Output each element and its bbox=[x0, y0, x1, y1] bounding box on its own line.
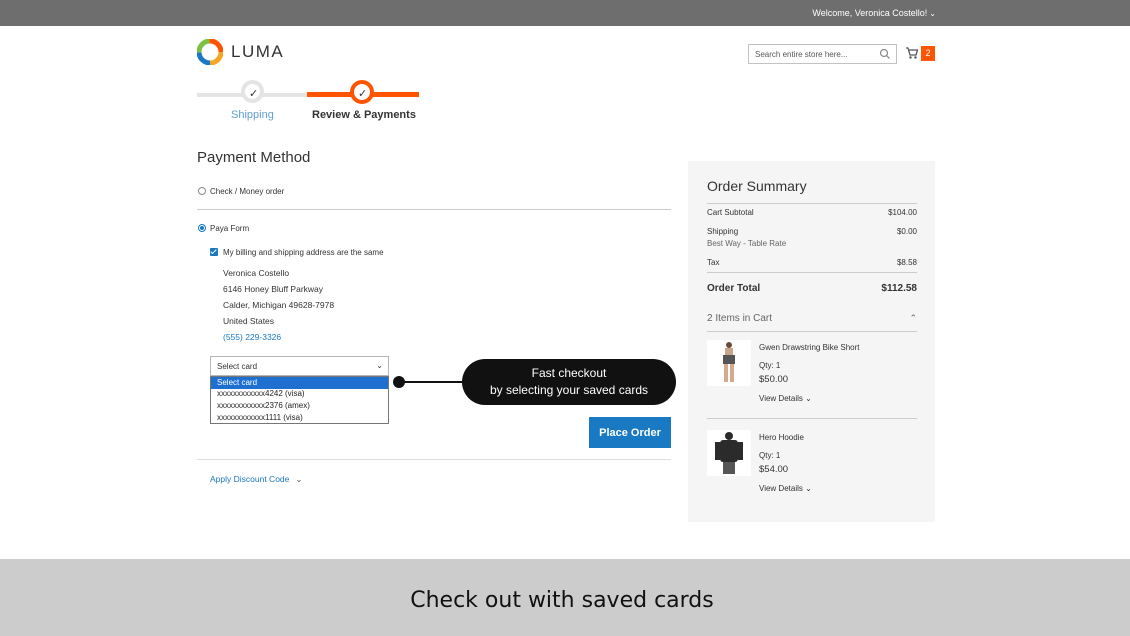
welcome-text: Welcome, Veronica Costello! bbox=[812, 8, 928, 18]
chevron-down-icon: ⌄ bbox=[376, 361, 383, 370]
chevron-down-icon: ⌄ bbox=[805, 484, 812, 493]
cart-subtotal-label: Cart Subtotal bbox=[707, 208, 754, 217]
view-details-label: View Details bbox=[759, 394, 803, 403]
item-price: $50.00 bbox=[759, 374, 789, 385]
search-placeholder: Search entire store here... bbox=[755, 50, 848, 59]
tax-label: Tax bbox=[707, 258, 720, 267]
item-qty: Qty: 1 bbox=[759, 451, 781, 460]
payment-method-title: Payment Method bbox=[197, 149, 311, 166]
chevron-down-icon: ⌄ bbox=[929, 9, 936, 18]
item-price: $54.00 bbox=[759, 464, 789, 475]
place-order-button[interactable]: Place Order bbox=[589, 417, 671, 448]
chevron-down-icon: ⌄ bbox=[805, 394, 812, 403]
step-shipping-link[interactable]: Shipping bbox=[231, 109, 274, 121]
check-icon: ✓ bbox=[358, 88, 368, 100]
apply-discount-toggle[interactable]: Apply Discount Code ⌄ bbox=[210, 474, 303, 485]
shipping-row: Shipping $0.00 bbox=[707, 227, 917, 236]
divider bbox=[197, 459, 671, 460]
order-total-value: $112.58 bbox=[881, 283, 917, 294]
check-icon: ✓ bbox=[249, 88, 259, 100]
billing-city: Calder, Michigan 49628-7978 bbox=[223, 300, 335, 310]
card-option-2376[interactable]: xxxxxxxxxxxx2376 (amex) bbox=[211, 400, 388, 412]
billing-country: United States bbox=[223, 316, 275, 326]
callout-pointer-line bbox=[404, 381, 464, 383]
order-total-row: Order Total $112.58 bbox=[707, 283, 917, 294]
radio-paya-form[interactable] bbox=[198, 224, 206, 232]
divider bbox=[707, 418, 917, 419]
radio-check-money-order[interactable] bbox=[198, 187, 206, 195]
tax-row: Tax $8.58 bbox=[707, 258, 917, 267]
billing-name: Veronica Costello bbox=[223, 268, 290, 278]
step-payments-marker: ✓ bbox=[350, 80, 374, 104]
saved-card-select[interactable]: Select card ⌄ bbox=[210, 356, 389, 376]
top-bar: Welcome, Veronica Costello! ⌄ bbox=[0, 0, 1130, 26]
divider bbox=[197, 209, 671, 210]
item-name: Hero Hoodie bbox=[759, 433, 804, 442]
view-details-toggle[interactable]: View Details ⌄ bbox=[759, 394, 812, 403]
product-image-hoodie[interactable] bbox=[707, 430, 751, 476]
same-address-checkbox[interactable] bbox=[210, 248, 218, 256]
view-details-label: View Details bbox=[759, 484, 803, 493]
chevron-down-icon: ⌄ bbox=[295, 474, 303, 484]
luma-logo-icon[interactable] bbox=[197, 39, 223, 65]
callout-bubble: Fast checkout by selecting your saved ca… bbox=[462, 359, 676, 405]
item-name: Gwen Drawstring Bike Short bbox=[759, 343, 860, 352]
shipping-method: Best Way - Table Rate bbox=[707, 239, 787, 248]
order-summary-panel: Order Summary Cart Subtotal $104.00 Ship… bbox=[688, 161, 935, 522]
search-input[interactable]: Search entire store here... bbox=[748, 44, 897, 64]
callout-line1: Fast checkout bbox=[531, 366, 607, 380]
callout-line2: by selecting your saved cards bbox=[489, 383, 649, 397]
step-payments-label: Review & Payments bbox=[312, 109, 416, 121]
same-address-label[interactable]: My billing and shipping address are the … bbox=[223, 248, 384, 257]
cart-icon[interactable] bbox=[905, 46, 919, 60]
shipping-value: $0.00 bbox=[896, 227, 917, 236]
tax-value: $8.58 bbox=[896, 258, 917, 267]
order-summary-title: Order Summary bbox=[707, 178, 807, 194]
caption-text: Check out with saved cards bbox=[410, 588, 714, 613]
card-option-4242[interactable]: xxxxxxxxxxxx4242 (visa) bbox=[211, 388, 388, 400]
logo-text[interactable]: LUMA bbox=[231, 42, 284, 62]
items-in-cart-toggle[interactable]: 2 Items in Cart ⌃ bbox=[707, 313, 917, 324]
chevron-up-icon: ⌃ bbox=[909, 313, 917, 323]
shipping-label: Shipping bbox=[707, 227, 739, 236]
cart-subtotal-value: $104.00 bbox=[888, 208, 917, 217]
check-money-order-label[interactable]: Check / Money order bbox=[210, 187, 284, 196]
welcome-menu[interactable]: Welcome, Veronica Costello! ⌄ bbox=[812, 8, 936, 18]
items-in-cart-label: 2 Items in Cart bbox=[707, 313, 773, 324]
card-option-1111[interactable]: xxxxxxxxxxxx1111 (visa) bbox=[211, 412, 388, 424]
saved-card-dropdown: Select card xxxxxxxxxxxx4242 (visa) xxxx… bbox=[210, 376, 389, 424]
search-icon[interactable] bbox=[879, 48, 891, 60]
view-details-toggle[interactable]: View Details ⌄ bbox=[759, 484, 812, 493]
billing-phone[interactable]: (555) 229-3326 bbox=[223, 332, 281, 342]
item-qty: Qty: 1 bbox=[759, 361, 781, 370]
divider bbox=[707, 272, 917, 273]
apply-discount-label: Apply Discount Code bbox=[210, 474, 290, 484]
divider bbox=[707, 331, 917, 332]
product-image-bike-short[interactable] bbox=[707, 340, 751, 386]
paya-form-label[interactable]: Paya Form bbox=[210, 224, 249, 233]
cart-count-badge[interactable]: 2 bbox=[921, 46, 935, 61]
step-shipping-marker: ✓ bbox=[241, 80, 264, 103]
divider bbox=[707, 203, 917, 204]
saved-card-select-value: Select card bbox=[217, 362, 258, 371]
cart-subtotal-row: Cart Subtotal $104.00 bbox=[707, 208, 917, 217]
billing-street: 6146 Honey Bluff Parkway bbox=[223, 284, 324, 294]
order-total-label: Order Total bbox=[707, 283, 761, 294]
